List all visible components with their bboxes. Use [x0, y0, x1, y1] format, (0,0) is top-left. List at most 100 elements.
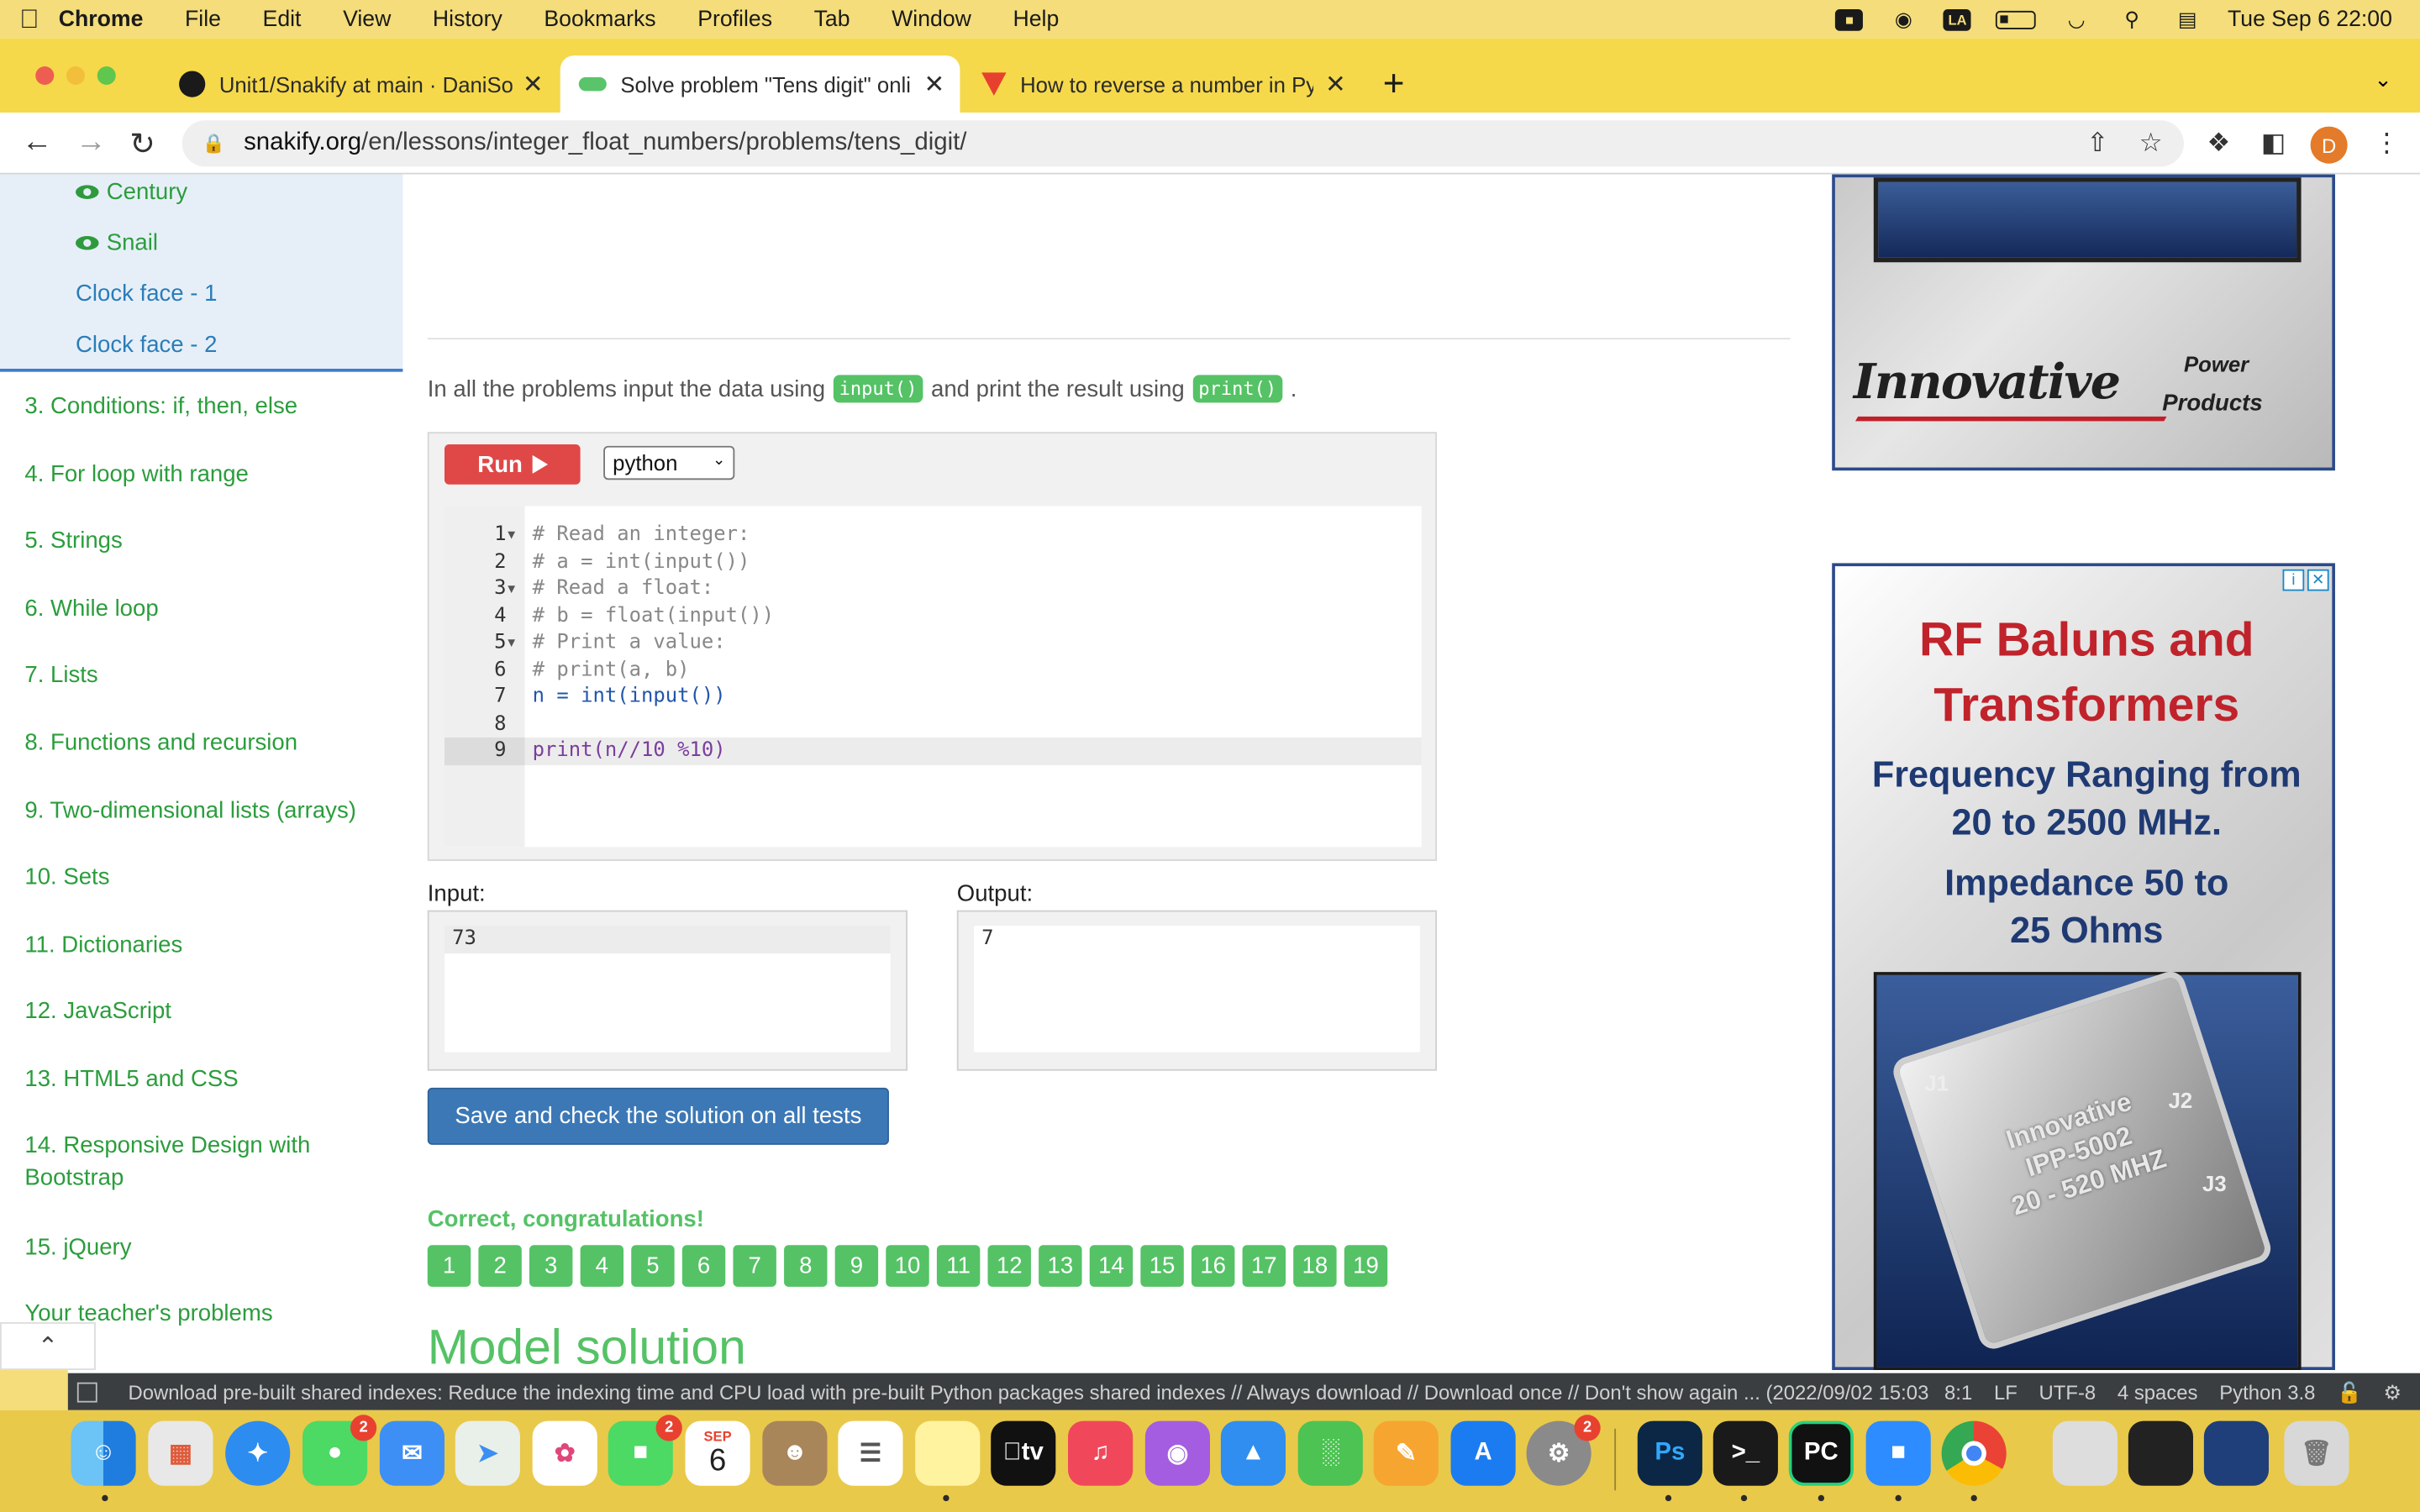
indent-setting[interactable]: 4 spaces: [2118, 1381, 2198, 1405]
test-result-button[interactable]: 14: [1089, 1245, 1134, 1287]
system-preferences-icon[interactable]: ⚙ 2: [1526, 1415, 1601, 1486]
test-result-button[interactable]: 17: [1242, 1245, 1286, 1287]
pycharm-icon[interactable]: PC: [1788, 1420, 1854, 1486]
status-message[interactable]: Download pre-built shared indexes: Reduc…: [128, 1380, 1928, 1404]
lesson-link-14[interactable]: 14. Responsive Design with Bootstrap: [24, 1129, 379, 1194]
problem-link-snail[interactable]: Snail: [76, 230, 158, 256]
test-result-button[interactable]: 9: [834, 1245, 879, 1287]
test-result-button[interactable]: 15: [1140, 1245, 1184, 1287]
menu-tab[interactable]: Tab: [814, 7, 850, 31]
share-icon[interactable]: ⇧: [2086, 128, 2108, 159]
lesson-link-8[interactable]: 8. Functions and recursion: [24, 727, 379, 759]
maps-icon[interactable]: ➤: [455, 1420, 520, 1486]
lesson-link-9[interactable]: 9. Two-dimensional lists (arrays): [24, 795, 379, 827]
menu-help[interactable]: Help: [1013, 7, 1060, 31]
file-encoding[interactable]: UTF-8: [2039, 1381, 2096, 1405]
fold-arrow-icon[interactable]: ▼: [508, 522, 515, 549]
control-center-icon[interactable]: ▤: [2172, 7, 2203, 30]
lesson-link-4[interactable]: 4. For loop with range: [24, 459, 379, 491]
minimized-window-thumbnail[interactable]: [2052, 1420, 2118, 1486]
test-result-button[interactable]: 18: [1293, 1245, 1337, 1287]
contacts-icon[interactable]: ☻: [762, 1420, 828, 1486]
code-line[interactable]: 7 n = int(input()): [445, 684, 1422, 711]
forward-icon[interactable]: →: [76, 125, 107, 160]
lesson-link-15[interactable]: 15. jQuery: [24, 1231, 379, 1264]
lesson-link-5[interactable]: 5. Strings: [24, 524, 379, 557]
new-tab-icon[interactable]: +: [1383, 63, 1405, 106]
keynote-icon[interactable]: ▲: [1220, 1420, 1286, 1486]
ad-choices[interactable]: i ✕: [2282, 569, 2329, 591]
code-line[interactable]: 6 # print(a, b): [445, 657, 1422, 684]
line-separator[interactable]: LF: [1994, 1381, 2018, 1405]
window-close-button[interactable]: [35, 66, 55, 86]
pages-icon[interactable]: ✎: [1373, 1420, 1439, 1486]
chrome-icon[interactable]: [1941, 1420, 2007, 1486]
test-result-button[interactable]: 4: [580, 1245, 624, 1287]
test-result-button[interactable]: 1: [427, 1245, 471, 1287]
menu-bookmarks[interactable]: Bookmarks: [544, 7, 655, 31]
window-zoom-button[interactable]: [97, 66, 116, 86]
test-result-button[interactable]: 3: [529, 1245, 573, 1287]
menu-edit[interactable]: Edit: [263, 7, 302, 31]
lesson-link-6[interactable]: 6. While loop: [24, 592, 379, 625]
info-icon[interactable]: i: [2282, 569, 2305, 591]
profile-avatar[interactable]: D: [2310, 126, 2348, 164]
address-bar[interactable]: 🔒 snakify.org/en/lessons/integer_float_n…: [182, 120, 2184, 167]
code-line[interactable]: 5 ▼ # Print a value:: [445, 629, 1422, 656]
tab-search-chevron-icon[interactable]: ⌄: [2374, 66, 2392, 92]
lesson-link-12[interactable]: 12. JavaScript: [24, 995, 379, 1028]
fold-arrow-icon[interactable]: ▼: [508, 575, 515, 602]
reminders-icon[interactable]: ☰: [838, 1420, 903, 1486]
close-tab-icon[interactable]: ✕: [523, 69, 544, 100]
tab-reverse-number[interactable]: How to reverse a number in Py ✕: [963, 55, 1361, 113]
lesson-link-11[interactable]: 11. Dictionaries: [24, 929, 379, 962]
apple-tv-icon[interactable]: tv: [991, 1420, 1056, 1486]
input-source-badge[interactable]: LA: [1944, 8, 1972, 30]
minimized-pycharm-window[interactable]: [2128, 1420, 2194, 1486]
window-minimize-button[interactable]: [66, 66, 86, 86]
lock-icon[interactable]: 🔒: [203, 133, 225, 155]
terminal-icon[interactable]: >_: [1712, 1420, 1778, 1486]
ad-banner-rf-baluns[interactable]: i ✕ RF Baluns and Transformers Frequency…: [1832, 563, 2335, 1371]
numbers-icon[interactable]: ░: [1297, 1420, 1363, 1486]
close-ad-icon[interactable]: ✕: [2307, 569, 2329, 591]
lock-icon[interactable]: 🔓: [2337, 1381, 2362, 1405]
language-select[interactable]: python ⌄: [603, 445, 735, 480]
menu-view[interactable]: View: [343, 7, 391, 31]
podcasts-icon[interactable]: ◉: [1144, 1420, 1211, 1486]
fold-arrow-icon[interactable]: ▼: [508, 629, 515, 656]
scroll-to-top-button[interactable]: ⌃: [0, 1322, 96, 1371]
facetime-icon[interactable]: ■ 2: [608, 1415, 682, 1486]
trash-icon[interactable]: 🗑: [2284, 1420, 2349, 1486]
close-tab-icon[interactable]: ✕: [1325, 69, 1346, 100]
problem-link-century[interactable]: Century: [76, 179, 187, 205]
test-result-button[interactable]: 13: [1039, 1245, 1082, 1287]
menu-app-name[interactable]: Chrome: [59, 7, 144, 31]
tab-snakify[interactable]: Solve problem "Tens digit" onli ✕: [560, 55, 960, 113]
code-line[interactable]: 4 # b = float(input()): [445, 602, 1422, 629]
code-line[interactable]: 8: [445, 711, 1422, 738]
menu-window[interactable]: Window: [892, 7, 971, 31]
run-button[interactable]: Run: [444, 444, 581, 485]
kebab-menu-icon[interactable]: ⋮: [2374, 128, 2400, 159]
test-result-button[interactable]: 11: [936, 1245, 981, 1287]
test-result-button[interactable]: 19: [1344, 1245, 1388, 1287]
test-result-button[interactable]: 7: [733, 1245, 776, 1287]
stdin-editor[interactable]: 73: [444, 926, 891, 1053]
reload-icon[interactable]: ↻: [129, 125, 155, 164]
bookmark-star-icon[interactable]: ☆: [2139, 128, 2163, 159]
tab-github[interactable]: Unit1/Snakify at main · DaniSof ✕: [160, 55, 559, 113]
messages-icon[interactable]: ● 2: [302, 1415, 377, 1486]
test-result-button[interactable]: 8: [784, 1245, 828, 1287]
code-line-active[interactable]: 9 print(n//10 %10): [444, 737, 1422, 765]
test-result-button[interactable]: 6: [681, 1245, 726, 1287]
finder-icon[interactable]: ☺: [71, 1420, 136, 1486]
battery-icon[interactable]: [1996, 9, 2037, 29]
music-icon[interactable]: ♫: [1068, 1420, 1134, 1486]
save-and-check-button[interactable]: Save and check the solution on all tests: [427, 1087, 889, 1145]
side-panel-icon[interactable]: ◧: [2261, 128, 2286, 159]
lesson-link-10[interactable]: 10. Sets: [24, 861, 379, 894]
back-icon[interactable]: ←: [22, 125, 53, 160]
extensions-puzzle-icon[interactable]: ❖: [2207, 128, 2231, 159]
toggle-tool-windows-icon[interactable]: [76, 1381, 97, 1402]
